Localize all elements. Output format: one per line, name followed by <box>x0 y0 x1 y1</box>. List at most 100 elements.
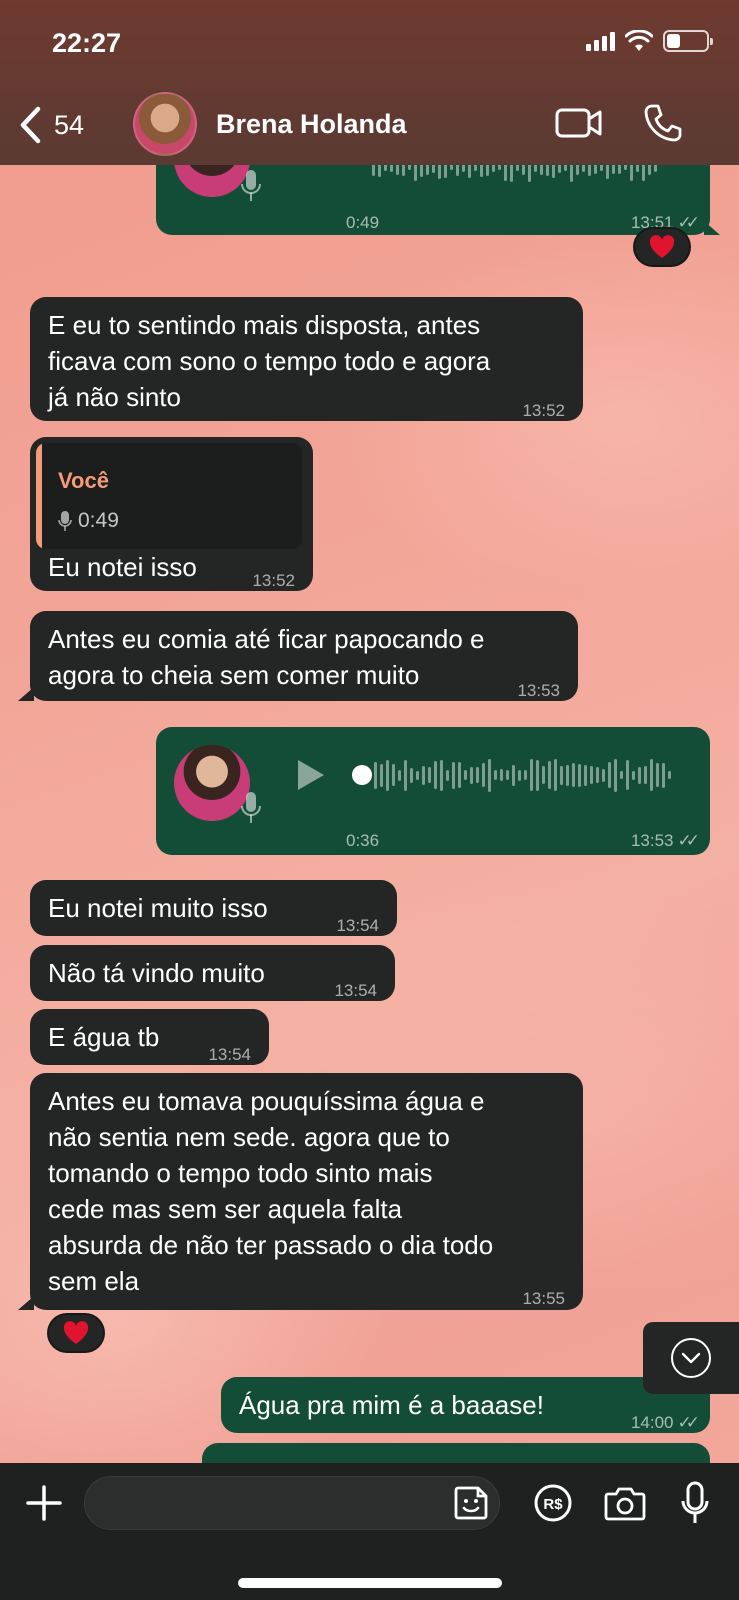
waveform-bar <box>546 165 549 176</box>
waveform-bar <box>500 769 503 781</box>
waveform-bar <box>506 770 509 780</box>
waveform-bar <box>498 165 501 170</box>
message-time: 13:53 ✓✓ <box>631 823 700 859</box>
voice-message-outgoing[interactable]: 0:36 13:53 ✓✓ <box>156 727 710 855</box>
quoted-message[interactable]: Você 0:49 <box>36 443 302 549</box>
waveform-bar <box>638 766 641 784</box>
payment-icon[interactable]: R$ <box>533 1483 573 1523</box>
reaction-badge[interactable] <box>633 227 691 267</box>
status-time: 22:27 <box>52 28 122 58</box>
waveform-bar <box>530 759 533 791</box>
waveform-bar <box>576 165 579 175</box>
quote-accent-bar <box>36 443 42 549</box>
quote-voice-preview: 0:49 <box>58 503 119 539</box>
waveform-bar <box>450 165 453 170</box>
voice-waveform <box>372 165 657 185</box>
waveform-bar <box>440 759 443 791</box>
waveform-bar <box>566 764 569 786</box>
voice-waveform[interactable] <box>374 755 671 795</box>
waveform-bar <box>596 767 599 783</box>
message-incoming[interactable]: Eu notei muito isso 13:54 <box>30 880 397 936</box>
waveform-bar <box>488 758 491 792</box>
waveform-bar <box>644 766 647 784</box>
waveform-bar <box>578 763 581 787</box>
video-camera-icon[interactable] <box>555 105 603 141</box>
message-incoming[interactable]: Não tá vindo muito 13:54 <box>30 945 395 1001</box>
message-text: E água tb <box>48 1022 160 1052</box>
waveform-bar <box>572 763 575 787</box>
waveform-bar <box>492 165 495 172</box>
message-incoming[interactable]: E eu to sentindo mais disposta, antes fi… <box>30 297 583 421</box>
waveform-bar <box>656 763 659 787</box>
waveform-bar <box>378 165 381 177</box>
message-text: Antes eu comia até ficar papocando e ago… <box>48 624 485 690</box>
waveform-bar <box>594 165 597 174</box>
waveform-bar <box>608 762 611 788</box>
message-outgoing[interactable]: Água pra mim é a baaase! 14:00 ✓✓ <box>221 1377 710 1433</box>
sender-avatar <box>174 745 250 821</box>
message-incoming[interactable]: Antes eu comia até ficar papocando e ago… <box>30 611 578 701</box>
bubble-tail <box>18 1296 34 1310</box>
message-text: Não tá vindo muito <box>48 958 265 988</box>
reply-message-incoming[interactable]: Você 0:49 Eu notei isso 13:52 <box>30 437 313 591</box>
chevron-down-icon <box>671 1338 711 1378</box>
waveform-bar <box>374 761 377 789</box>
plus-icon[interactable] <box>24 1483 64 1523</box>
phone-icon[interactable] <box>643 103 683 143</box>
waveform-bar <box>606 165 609 179</box>
microphone-icon <box>241 170 261 201</box>
reaction-badge[interactable] <box>47 1313 105 1353</box>
waveform-bar <box>602 768 605 782</box>
waveform-bar <box>414 165 417 181</box>
waveform-bar <box>534 165 537 172</box>
message-time: 13:52 <box>252 571 295 590</box>
chat-header: 22:27 54 Brena Holanda <box>0 0 739 165</box>
waveform-bar <box>642 165 645 181</box>
waveform-bar <box>558 165 561 173</box>
contact-name[interactable]: Brena Holanda <box>216 109 407 140</box>
microphone-icon[interactable] <box>680 1481 710 1525</box>
bubble-tail <box>18 687 34 701</box>
waveform-bar <box>456 165 459 176</box>
sticker-icon[interactable] <box>452 1484 490 1522</box>
waveform-bar <box>570 165 573 182</box>
waveform-bar <box>548 761 551 789</box>
message-text: Eu notei isso <box>48 552 197 582</box>
camera-icon[interactable] <box>604 1485 646 1521</box>
voice-message-outgoing[interactable]: 0:49 13:51 ✓✓ <box>156 165 710 235</box>
play-icon[interactable] <box>298 760 324 790</box>
message-time: 13:53 <box>517 681 560 700</box>
heart-icon <box>649 235 675 258</box>
read-ticks-icon: ✓✓ <box>677 831 700 850</box>
waveform-bar <box>668 771 671 779</box>
bubble-tail <box>704 221 720 235</box>
message-time: 13:52 <box>522 401 565 420</box>
message-incoming[interactable]: Antes eu tomava pouquíssima água e não s… <box>30 1073 583 1310</box>
message-outgoing-partial[interactable] <box>202 1443 710 1463</box>
message-text: E eu to sentindo mais disposta, antes fi… <box>48 310 491 412</box>
contact-avatar[interactable] <box>133 92 197 156</box>
waveform-bar <box>614 758 617 792</box>
message-time: 13:54 <box>336 916 379 935</box>
waveform-bar <box>620 771 623 779</box>
message-incoming[interactable]: E água tb 13:54 <box>30 1009 269 1065</box>
waveform-bar <box>444 165 447 178</box>
waveform-bar <box>528 165 531 182</box>
waveform-bar <box>554 759 557 791</box>
waveform-bar <box>482 763 485 787</box>
message-time: 13:54 <box>208 1045 251 1064</box>
waveform-bar <box>486 165 489 176</box>
waveform-bar <box>380 763 383 787</box>
waveform-bar <box>584 764 587 786</box>
waveform-bar <box>588 165 591 176</box>
back-button[interactable]: 54 <box>18 105 84 145</box>
scroll-to-bottom-button[interactable] <box>643 1322 739 1394</box>
waveform-bar <box>408 165 411 170</box>
chat-history[interactable]: 0:49 13:51 ✓✓ E eu to sentindo mais dispo… <box>0 165 739 1463</box>
playback-scrubber[interactable] <box>352 765 372 785</box>
waveform-bar <box>416 770 419 780</box>
waveform-bar <box>512 764 515 786</box>
message-input[interactable] <box>84 1476 500 1530</box>
home-indicator[interactable] <box>238 1578 502 1588</box>
read-ticks-icon: ✓✓ <box>677 1413 700 1432</box>
